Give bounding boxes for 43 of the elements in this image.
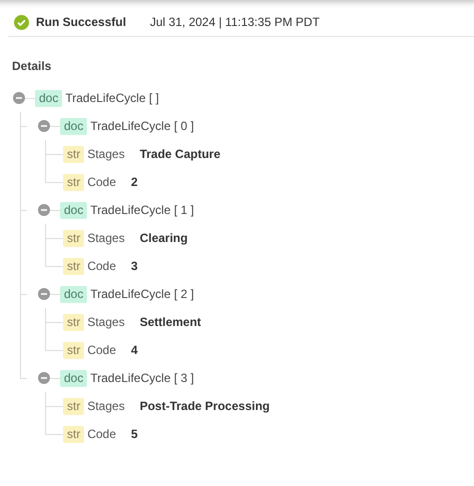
field-key: Stages	[87, 231, 125, 245]
node-label[interactable]: TradeLifeCycle [ ]	[65, 91, 159, 105]
type-tag: str	[63, 314, 84, 330]
type-tag: doc	[60, 202, 88, 218]
field-key: Code	[87, 175, 116, 189]
check-circle-icon	[14, 14, 29, 30]
field-value: Clearing	[140, 231, 188, 245]
field-key: Code	[87, 343, 116, 357]
type-tag: str	[63, 398, 84, 414]
type-tag: str	[63, 174, 84, 190]
node-label[interactable]: TradeLifeCycle [ 2 ]	[90, 287, 194, 301]
field-key: Stages	[87, 147, 125, 161]
field-key: Code	[87, 427, 116, 441]
field-key: Code	[87, 259, 116, 273]
collapse-icon[interactable]	[13, 92, 25, 104]
type-tag: doc	[60, 286, 88, 302]
field-value: 3	[131, 259, 138, 273]
field-value: 5	[131, 427, 138, 441]
type-tag: str	[63, 146, 84, 162]
status-label: Run Successful	[36, 15, 128, 29]
field-value: 2	[131, 175, 138, 189]
timestamp: Jul 31, 2024 | 11:13:35 PM PDT	[150, 15, 320, 29]
collapse-icon[interactable]	[38, 204, 50, 216]
type-tag: str	[63, 230, 84, 246]
type-tag: str	[63, 426, 84, 442]
section-title: Details	[12, 59, 52, 75]
node-label[interactable]: TradeLifeCycle [ 1 ]	[90, 203, 194, 217]
field-value: Settlement	[140, 315, 202, 329]
collapse-icon[interactable]	[38, 120, 50, 132]
type-tag: str	[63, 342, 84, 358]
field-value: Post-Trade Processing	[140, 399, 270, 413]
node-label[interactable]: TradeLifeCycle [ 0 ]	[90, 119, 194, 133]
collapse-icon[interactable]	[38, 372, 50, 384]
type-tag: doc	[35, 90, 62, 106]
collapse-icon[interactable]	[38, 288, 50, 300]
field-value: Trade Capture	[140, 147, 220, 161]
field-key: Stages	[87, 315, 125, 329]
type-tag: str	[63, 258, 84, 274]
node-label[interactable]: TradeLifeCycle [ 3 ]	[90, 371, 194, 385]
field-value: 4	[131, 343, 138, 357]
field-key: Stages	[87, 399, 125, 413]
type-tag: doc	[60, 370, 88, 386]
type-tag: doc	[60, 118, 88, 134]
